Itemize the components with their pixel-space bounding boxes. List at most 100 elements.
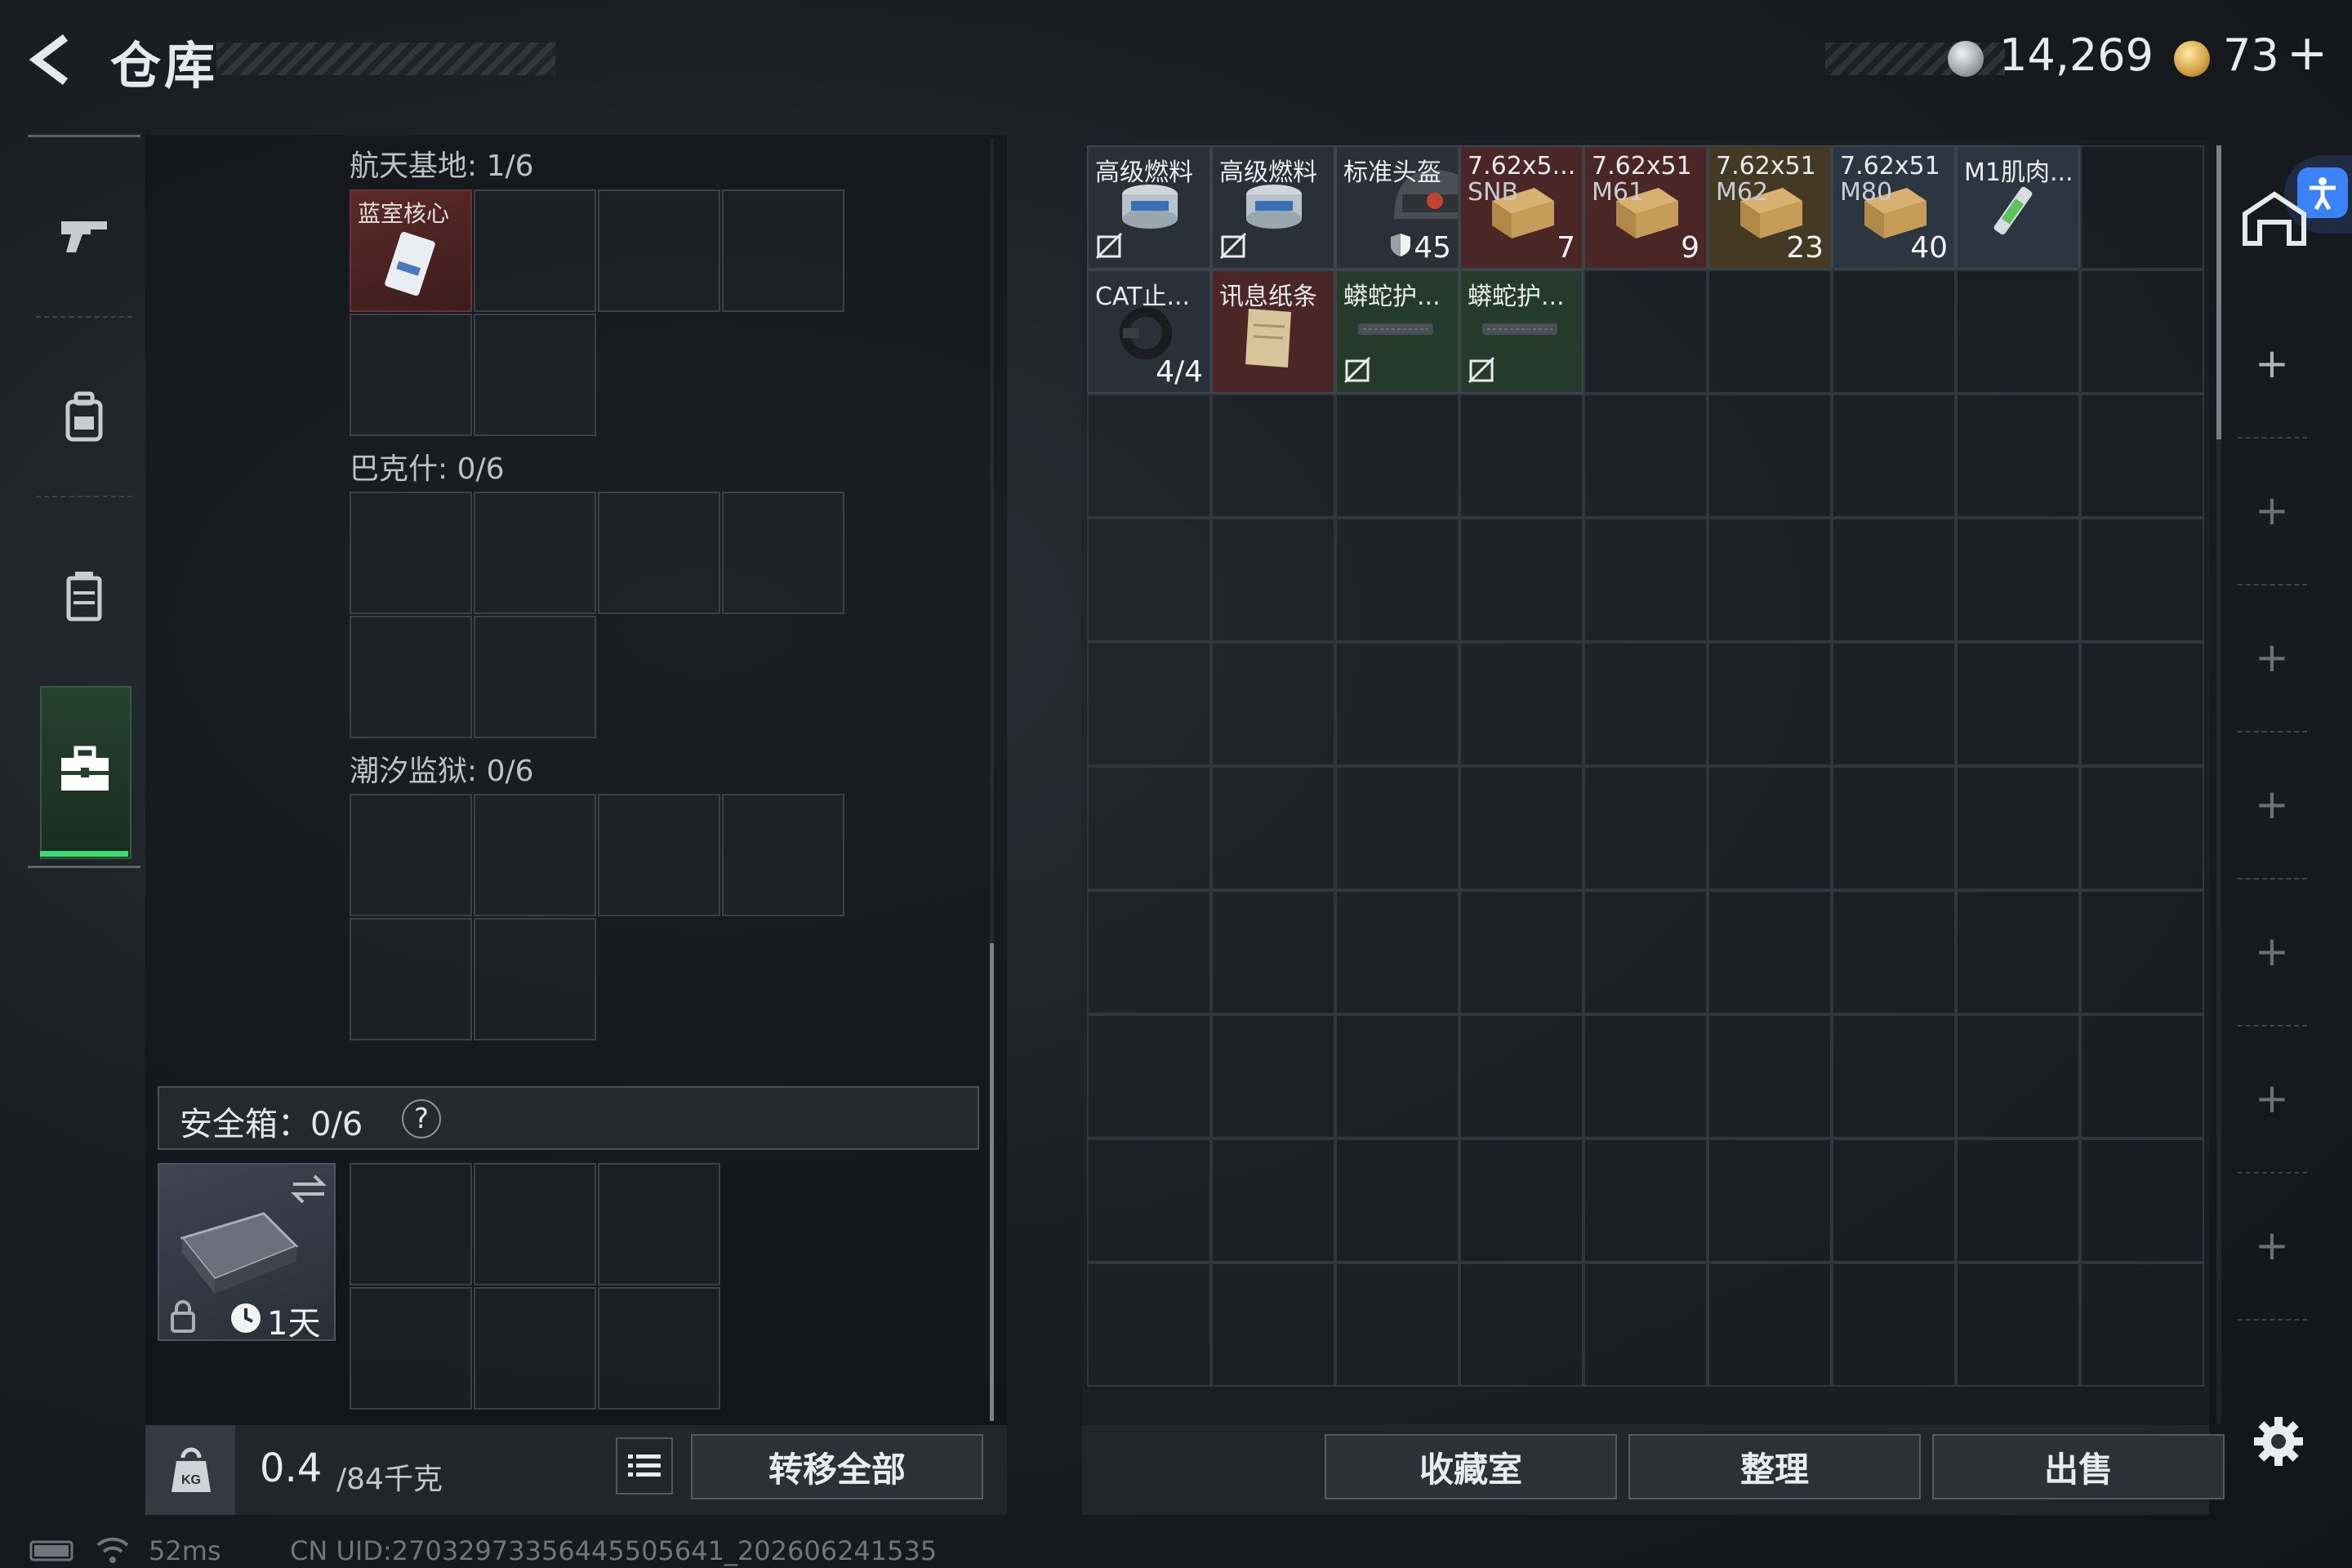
safe-slot[interactable] [598, 1163, 720, 1285]
inventory-slot[interactable] [1708, 642, 1832, 766]
inventory-slot[interactable] [1832, 890, 1956, 1014]
inventory-slot[interactable] [1335, 518, 1459, 642]
add-slot-button[interactable]: + [2252, 343, 2292, 384]
grid-slot[interactable] [474, 189, 596, 312]
inventory-slot[interactable] [2080, 766, 2204, 890]
add-currency-button[interactable]: + [2287, 24, 2328, 82]
inventory-slot[interactable] [1335, 766, 1459, 890]
inventory-slot[interactable] [1708, 518, 1832, 642]
inventory-slot[interactable] [1335, 890, 1459, 1014]
add-slot-button[interactable]: + [2252, 784, 2292, 825]
grid-slot[interactable] [722, 794, 844, 916]
inventory-slot[interactable] [1584, 1138, 1708, 1263]
collection-room-button[interactable]: 收藏室 [1325, 1434, 1617, 1499]
inventory-slot[interactable] [1956, 394, 2080, 518]
inventory-slot[interactable] [1459, 1138, 1584, 1263]
inventory-slot[interactable] [1211, 890, 1335, 1014]
grid-slot[interactable] [474, 314, 596, 436]
inventory-slot[interactable] [1211, 1263, 1335, 1387]
inventory-slot[interactable] [1211, 1014, 1335, 1138]
inventory-slot[interactable] [1459, 394, 1584, 518]
inventory-slot[interactable] [1584, 270, 1708, 394]
inventory-slot[interactable] [2080, 270, 2204, 394]
grid-slot[interactable] [598, 189, 720, 312]
inventory-slot[interactable] [1832, 766, 1956, 890]
inventory-slot[interactable] [1584, 1014, 1708, 1138]
inventory-slot[interactable] [2080, 145, 2204, 270]
safe-slot[interactable] [474, 1163, 596, 1285]
inventory-slot[interactable] [1211, 518, 1335, 642]
grid-slot[interactable] [350, 314, 472, 436]
add-slot-button[interactable]: + [2252, 931, 2292, 972]
inventory-slot[interactable] [1335, 1014, 1459, 1138]
safe-slot[interactable] [474, 1287, 596, 1410]
inventory-slot[interactable] [1087, 1138, 1211, 1263]
inventory-slot[interactable] [1832, 1138, 1956, 1263]
item-blue-room-core[interactable]: 蓝室核心 [350, 189, 472, 312]
inventory-slot[interactable] [1459, 766, 1584, 890]
nav-weapons[interactable] [56, 207, 113, 264]
sell-button[interactable]: 出售 [1932, 1434, 2225, 1499]
inventory-slot[interactable] [1087, 518, 1211, 642]
inventory-slot[interactable] [1956, 1138, 2080, 1263]
inventory-slot[interactable] [2080, 1014, 2204, 1138]
grid-slot[interactable] [350, 616, 472, 738]
inventory-slot[interactable] [1832, 1263, 1956, 1387]
sort-button[interactable]: 整理 [1628, 1434, 1921, 1499]
inventory-slot[interactable] [1832, 518, 1956, 642]
inventory-slot[interactable] [1708, 890, 1832, 1014]
inventory-slot[interactable] [1459, 642, 1584, 766]
grid-slot[interactable] [722, 189, 844, 312]
swap-icon[interactable] [290, 1173, 327, 1205]
inventory-slot[interactable] [1956, 766, 2080, 890]
inventory-item[interactable]: 7.62x51 M62 23 [1708, 145, 1832, 270]
inventory-scrollbar[interactable] [2216, 145, 2221, 439]
weight-lock[interactable]: KG [145, 1425, 235, 1515]
inventory-slot[interactable] [2080, 890, 2204, 1014]
inventory-slot[interactable] [2080, 1138, 2204, 1263]
inventory-slot[interactable] [1832, 270, 1956, 394]
inventory-slot[interactable] [1708, 1014, 1832, 1138]
safe-slot[interactable] [350, 1287, 472, 1410]
grid-slot[interactable] [598, 794, 720, 916]
inventory-slot[interactable] [1708, 270, 1832, 394]
inventory-slot[interactable] [1335, 394, 1459, 518]
inventory-slot[interactable] [1832, 642, 1956, 766]
inventory-item[interactable]: 讯息纸条 [1211, 270, 1335, 394]
back-button[interactable] [24, 31, 82, 88]
inventory-slot[interactable] [2080, 394, 2204, 518]
nav-toolbox-active[interactable] [40, 686, 131, 859]
inventory-item[interactable]: 蟒蛇护... [1335, 270, 1459, 394]
inventory-item[interactable]: 高级燃料 [1211, 145, 1335, 270]
inventory-slot[interactable] [1459, 1263, 1584, 1387]
safe-slot[interactable] [350, 1163, 472, 1285]
safe-slot[interactable] [598, 1287, 720, 1410]
inventory-slot[interactable] [1335, 642, 1459, 766]
safe-box-case[interactable]: 1天 [158, 1163, 336, 1343]
grid-slot[interactable] [722, 492, 844, 614]
inventory-slot[interactable] [1087, 890, 1211, 1014]
inventory-slot[interactable] [1211, 394, 1335, 518]
inventory-slot[interactable] [1708, 394, 1832, 518]
inventory-item[interactable]: 7.62x51 M61 9 [1584, 145, 1708, 270]
inventory-item[interactable]: 7.62x51 M80 40 [1832, 145, 1956, 270]
safe-box-help-button[interactable]: ? [402, 1099, 441, 1138]
inventory-slot[interactable] [1087, 1263, 1211, 1387]
inventory-slot[interactable] [1335, 1263, 1459, 1387]
nav-vest[interactable] [56, 568, 113, 625]
inventory-slot[interactable] [1956, 270, 2080, 394]
inventory-item[interactable]: 蟒蛇护... [1459, 270, 1584, 394]
inventory-slot[interactable] [1584, 890, 1708, 1014]
add-slot-button[interactable]: + [2252, 490, 2292, 531]
list-view-button[interactable] [616, 1437, 673, 1494]
inventory-slot[interactable] [1087, 766, 1211, 890]
inventory-slot[interactable] [1708, 766, 1832, 890]
inventory-item[interactable]: 7.62x5... SNB 7 [1459, 145, 1584, 270]
inventory-slot[interactable] [1832, 1014, 1956, 1138]
add-slot-button[interactable]: + [2252, 1078, 2292, 1119]
inventory-slot[interactable] [2080, 1263, 2204, 1387]
inventory-slot[interactable] [1459, 890, 1584, 1014]
inventory-slot[interactable] [1584, 766, 1708, 890]
grid-slot[interactable] [350, 918, 472, 1040]
nav-backpack[interactable] [56, 388, 113, 445]
